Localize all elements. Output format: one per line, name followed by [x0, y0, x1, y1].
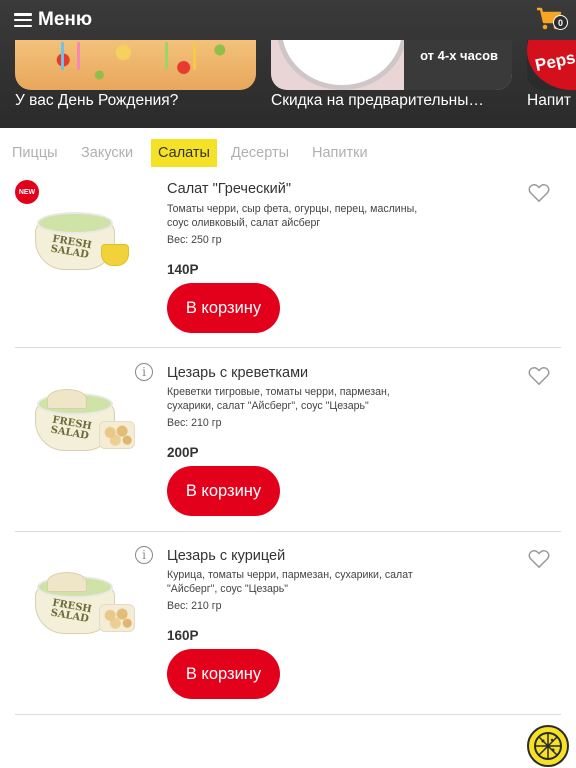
- product-image[interactable]: FRESH SALAD: [35, 200, 140, 280]
- product-card: i FRESH SALAD Цезарь с курицей Курица, т…: [15, 546, 561, 711]
- category-tabs: Пиццы Закуски Салаты Десерты Напитки: [0, 139, 576, 167]
- cart-count-badge: 0: [553, 15, 568, 30]
- promo-caption: У вас День Рождения?: [15, 92, 179, 109]
- heart-outline-icon[interactable]: [528, 366, 550, 386]
- product-image[interactable]: FRESH SALAD: [35, 381, 140, 461]
- clock-icon: [277, 40, 407, 90]
- add-to-cart-button[interactable]: В корзину: [167, 649, 280, 699]
- heart-outline-icon[interactable]: [528, 183, 550, 203]
- menu-button[interactable]: Меню: [14, 9, 92, 31]
- pizza-icon: [534, 732, 562, 760]
- pepsi-image: Peps: [527, 40, 576, 90]
- divider: [15, 714, 561, 715]
- product-card: NEW FRESH SALAD Салат "Греческий" Томаты…: [15, 180, 561, 345]
- product-weight: Вес: 210 гр: [167, 417, 222, 429]
- tab-desserts[interactable]: Десерты: [224, 139, 296, 167]
- promo-caption: Скидка на предварительны…: [271, 92, 484, 109]
- promo-banner-birthday[interactable]: У вас День Рождения?: [15, 40, 256, 128]
- promo-banner-discount[interactable]: от 4-х часов Скидка на предварительны…: [271, 40, 512, 128]
- product-description: Креветки тигровые, томаты черри, пармеза…: [167, 386, 390, 412]
- product-title: Салат "Греческий": [167, 181, 291, 197]
- product-price: 140Р: [167, 262, 199, 277]
- info-icon[interactable]: i: [135, 363, 153, 381]
- add-to-cart-button[interactable]: В корзину: [167, 283, 280, 333]
- promo-banner-drinks[interactable]: Peps Напит: [527, 40, 576, 128]
- clock-image: от 4-х часов: [271, 40, 512, 90]
- product-card: i FRESH SALAD Цезарь с креветками Кревет…: [15, 363, 561, 528]
- tab-salads[interactable]: Салаты: [151, 139, 217, 167]
- product-title: Цезарь с курицей: [167, 548, 286, 564]
- heart-outline-icon[interactable]: [528, 549, 550, 569]
- add-to-cart-button[interactable]: В корзину: [167, 466, 280, 516]
- hamburger-icon: [14, 13, 32, 27]
- info-icon[interactable]: i: [135, 546, 153, 564]
- cart-button[interactable]: 0: [536, 7, 568, 33]
- product-weight: Вес: 210 гр: [167, 600, 222, 612]
- divider: [15, 531, 561, 532]
- tab-drinks[interactable]: Напитки: [305, 139, 375, 167]
- product-description: Томаты черри, сыр фета, огурцы, перец, м…: [167, 203, 418, 229]
- product-image[interactable]: FRESH SALAD: [35, 564, 140, 644]
- header: Меню 0 У вас День Рождения? от 4-х часов…: [0, 0, 576, 128]
- promo-overlay-text: от 4-х часов: [420, 48, 498, 63]
- tab-snacks[interactable]: Закуски: [74, 139, 140, 167]
- divider: [15, 347, 561, 348]
- product-description: Курица, томаты черри, пармезан, сухарики…: [167, 569, 413, 595]
- product-price: 200Р: [167, 445, 199, 460]
- product-price: 160Р: [167, 628, 199, 643]
- pizza-fab-button[interactable]: [527, 725, 569, 767]
- product-weight: Вес: 250 гр: [167, 234, 222, 246]
- product-title: Цезарь с креветками: [167, 365, 309, 381]
- tab-pizza[interactable]: Пиццы: [5, 139, 65, 167]
- birthday-pizza-image: [15, 40, 256, 90]
- menu-label: Меню: [38, 9, 93, 30]
- promo-caption: Напит: [527, 92, 571, 109]
